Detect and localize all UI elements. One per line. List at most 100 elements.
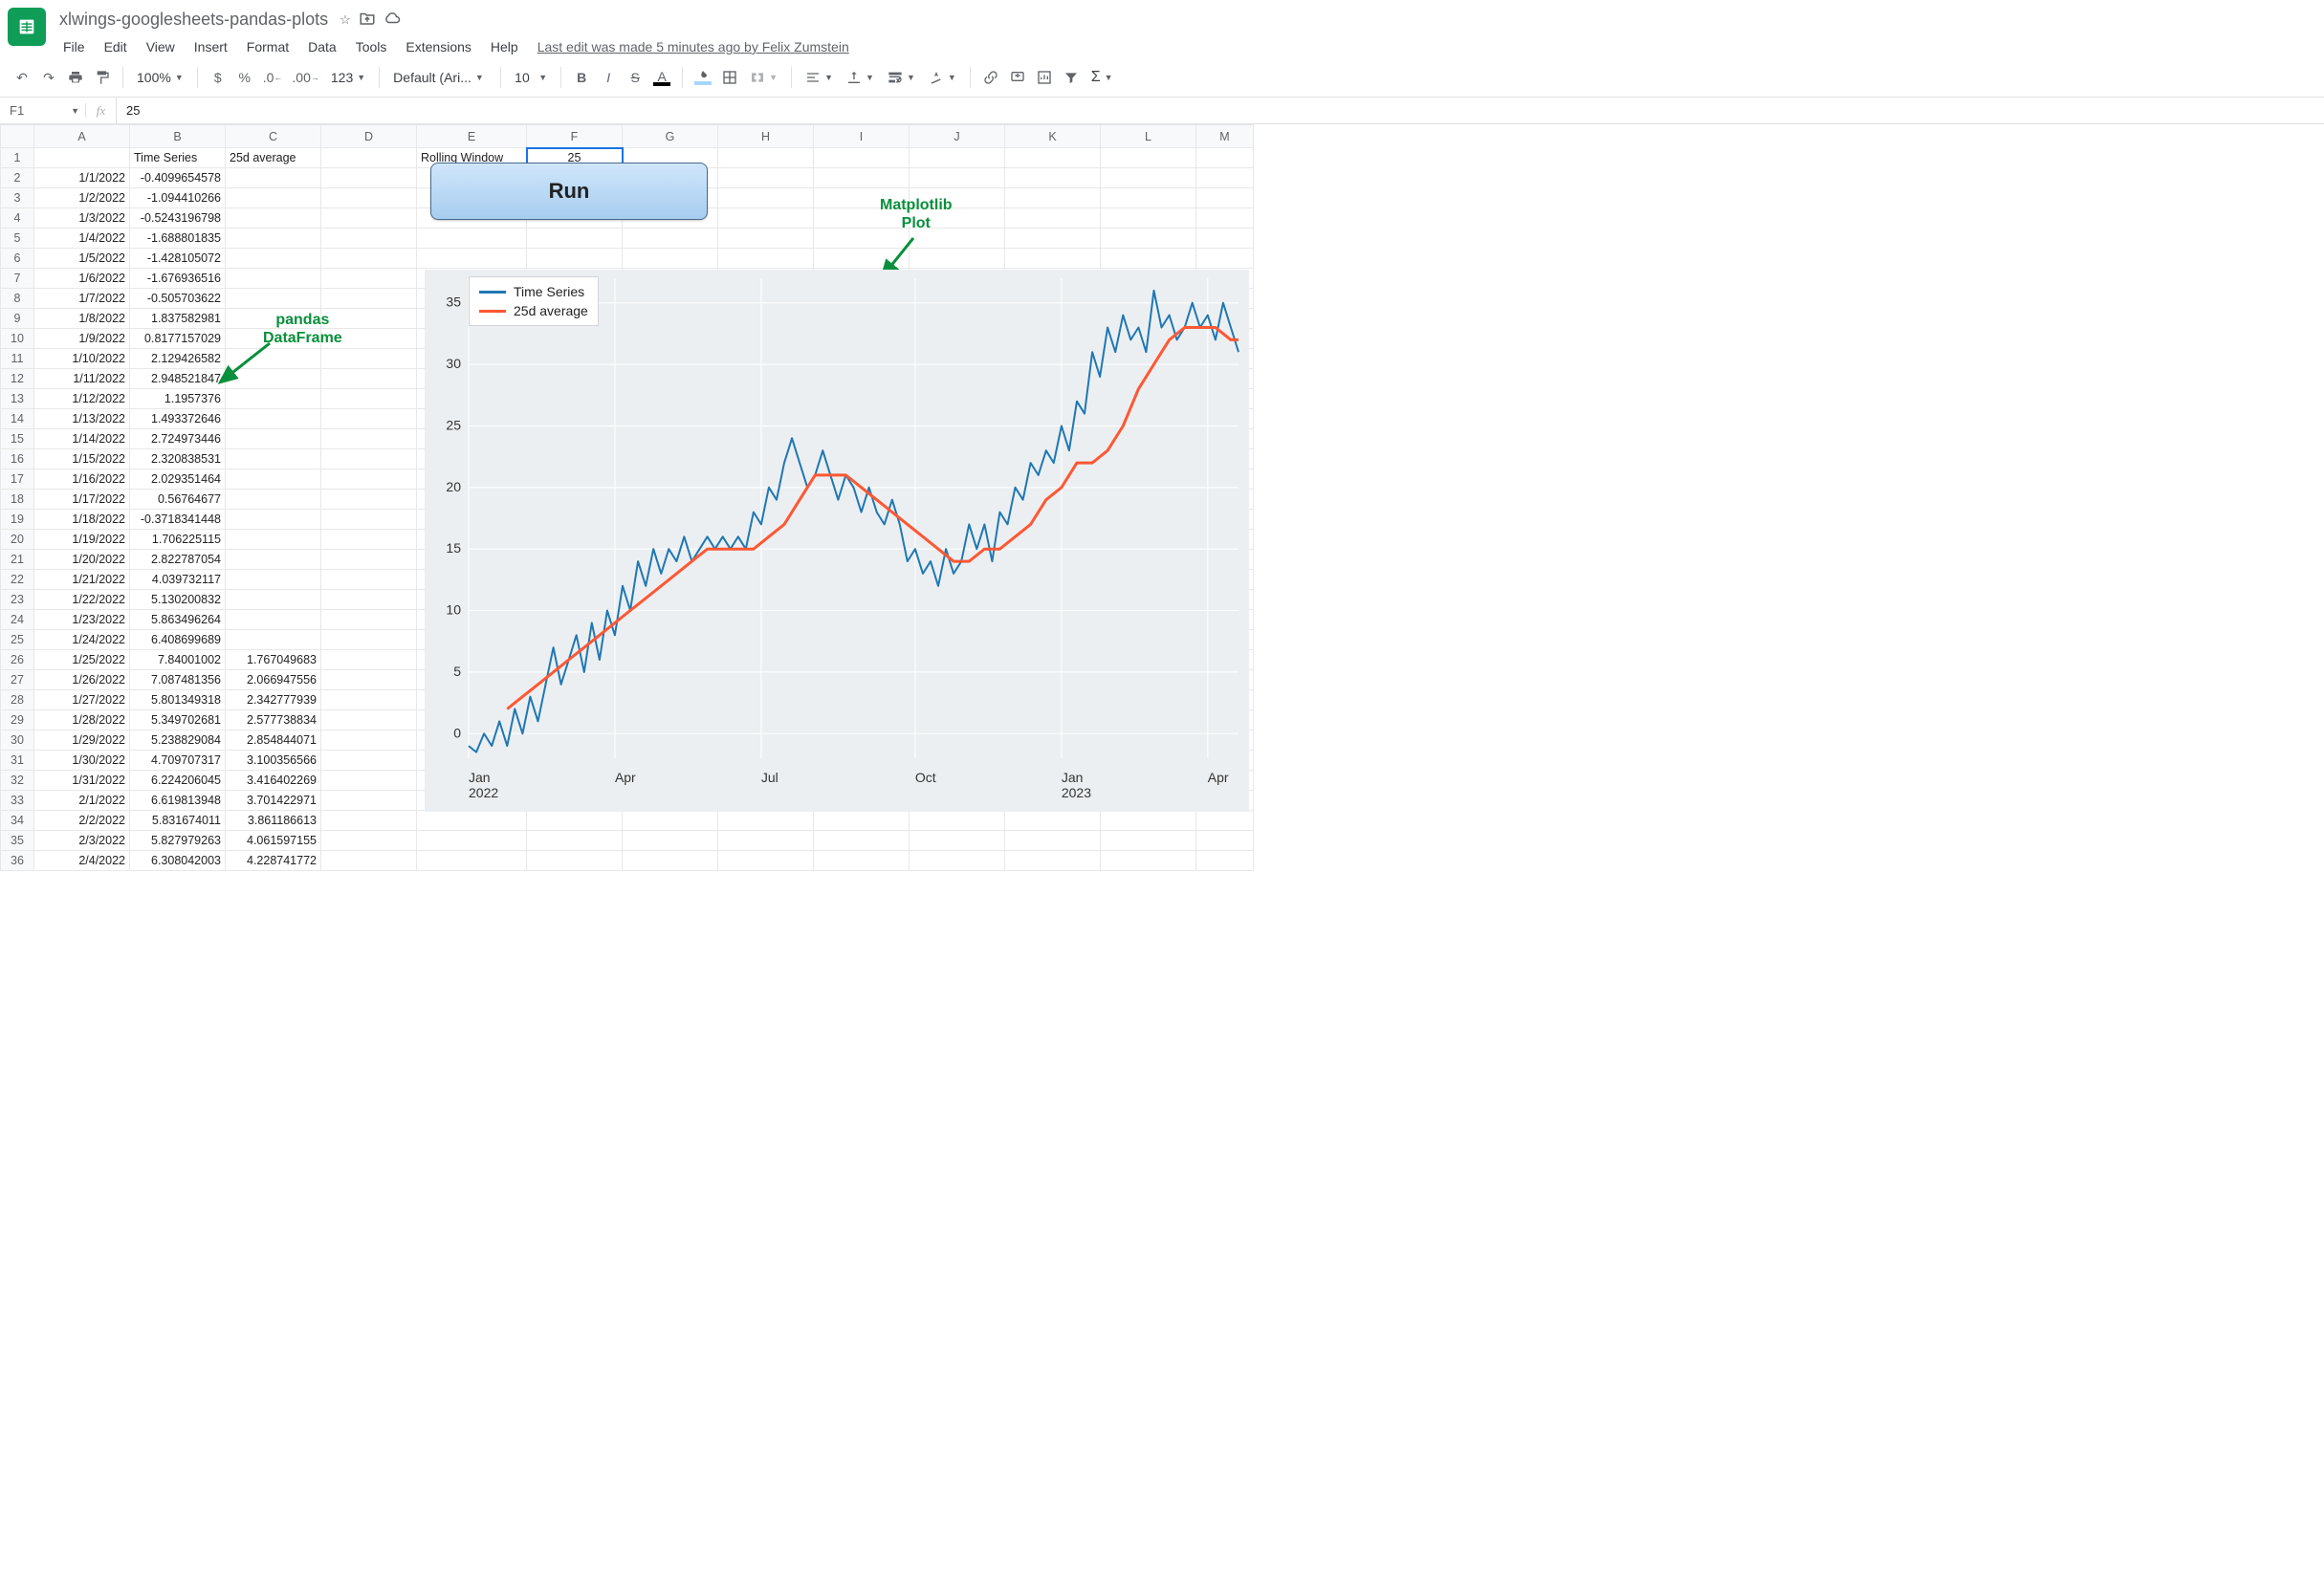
cell[interactable] xyxy=(1196,148,1254,168)
cell[interactable]: 6.408699689 xyxy=(130,630,226,650)
cell[interactable]: 1/10/2022 xyxy=(34,349,130,369)
cell[interactable] xyxy=(226,490,321,510)
menu-edit[interactable]: Edit xyxy=(97,35,135,58)
move-folder-icon[interactable] xyxy=(359,10,376,30)
cell[interactable] xyxy=(226,530,321,550)
row-header[interactable]: 23 xyxy=(1,590,34,610)
cell[interactable] xyxy=(623,229,718,249)
cell[interactable] xyxy=(321,550,417,570)
row-header[interactable]: 31 xyxy=(1,751,34,771)
cell[interactable] xyxy=(321,389,417,409)
cell[interactable] xyxy=(321,349,417,369)
cell[interactable]: 2.948521847 xyxy=(130,369,226,389)
row-header[interactable]: 24 xyxy=(1,610,34,630)
row-header[interactable]: 15 xyxy=(1,429,34,449)
cell[interactable] xyxy=(623,249,718,269)
cell[interactable] xyxy=(910,249,1005,269)
col-header[interactable]: J xyxy=(910,125,1005,148)
cell[interactable]: 1/30/2022 xyxy=(34,751,130,771)
run-button[interactable]: Run xyxy=(430,163,708,220)
cell[interactable]: 5.130200832 xyxy=(130,590,226,610)
last-edit-link[interactable]: Last edit was made 5 minutes ago by Feli… xyxy=(530,35,857,58)
cell[interactable] xyxy=(226,249,321,269)
bold-icon[interactable]: B xyxy=(569,64,594,91)
sheets-app-icon[interactable] xyxy=(8,8,46,46)
cell[interactable] xyxy=(910,148,1005,168)
cell[interactable]: 5.831674011 xyxy=(130,811,226,831)
cell[interactable] xyxy=(321,630,417,650)
cell[interactable] xyxy=(527,229,623,249)
cell[interactable] xyxy=(321,449,417,469)
halign-icon[interactable]: ▼ xyxy=(800,64,839,91)
cell[interactable]: 5.349702681 xyxy=(130,710,226,730)
text-color-icon[interactable]: A xyxy=(649,64,674,91)
more-formats-select[interactable]: 123▼ xyxy=(325,64,371,91)
cell[interactable] xyxy=(321,289,417,309)
cell[interactable]: -0.505703622 xyxy=(130,289,226,309)
cell[interactable] xyxy=(1196,851,1254,871)
cell[interactable]: 1/9/2022 xyxy=(34,329,130,349)
col-header[interactable]: H xyxy=(718,125,814,148)
cell[interactable] xyxy=(1101,148,1196,168)
cell[interactable] xyxy=(321,148,417,168)
row-header[interactable]: 30 xyxy=(1,730,34,751)
cell[interactable] xyxy=(910,811,1005,831)
row-header[interactable]: 10 xyxy=(1,329,34,349)
cell[interactable]: 4.061597155 xyxy=(226,831,321,851)
cell[interactable]: 1/14/2022 xyxy=(34,429,130,449)
filter-icon[interactable] xyxy=(1059,64,1084,91)
cell[interactable]: 2/2/2022 xyxy=(34,811,130,831)
cell[interactable]: 1/28/2022 xyxy=(34,710,130,730)
col-header[interactable]: L xyxy=(1101,125,1196,148)
cell[interactable] xyxy=(1101,831,1196,851)
cell[interactable]: 2.724973446 xyxy=(130,429,226,449)
text-wrap-icon[interactable]: ▼ xyxy=(882,64,921,91)
cell[interactable]: 1/7/2022 xyxy=(34,289,130,309)
cell[interactable]: 2.577738834 xyxy=(226,710,321,730)
cell[interactable] xyxy=(321,469,417,490)
cell[interactable]: 2.029351464 xyxy=(130,469,226,490)
row-header[interactable]: 7 xyxy=(1,269,34,289)
row-header[interactable]: 5 xyxy=(1,229,34,249)
cell[interactable] xyxy=(1196,831,1254,851)
cell[interactable]: 0.56764677 xyxy=(130,490,226,510)
cell[interactable] xyxy=(1005,851,1101,871)
formula-bar[interactable]: 25 xyxy=(117,103,2324,118)
cell[interactable]: 1/3/2022 xyxy=(34,208,130,229)
cell[interactable] xyxy=(321,610,417,630)
cell[interactable] xyxy=(226,550,321,570)
merge-cells-icon[interactable]: ▼ xyxy=(744,64,783,91)
cell[interactable] xyxy=(321,510,417,530)
table-row[interactable]: 362/4/20226.3080420034.228741772 xyxy=(1,851,1254,871)
row-header[interactable]: 25 xyxy=(1,630,34,650)
cell[interactable]: 2/3/2022 xyxy=(34,831,130,851)
zoom-select[interactable]: 100%▼ xyxy=(131,64,189,91)
row-header[interactable]: 14 xyxy=(1,409,34,429)
doc-title[interactable]: xlwings-googlesheets-pandas-plots xyxy=(55,8,332,32)
row-header[interactable]: 1 xyxy=(1,148,34,168)
cell[interactable] xyxy=(1005,168,1101,188)
cell[interactable] xyxy=(226,168,321,188)
row-header[interactable]: 33 xyxy=(1,791,34,811)
cell[interactable] xyxy=(910,168,1005,188)
cell[interactable] xyxy=(1101,851,1196,871)
cell[interactable] xyxy=(814,851,910,871)
row-header[interactable]: 19 xyxy=(1,510,34,530)
row-header[interactable]: 35 xyxy=(1,831,34,851)
increase-decimal-icon[interactable]: .00→ xyxy=(288,64,322,91)
cell[interactable] xyxy=(226,289,321,309)
print-icon[interactable] xyxy=(63,64,88,91)
cell[interactable] xyxy=(321,409,417,429)
cell[interactable]: 3.416402269 xyxy=(226,771,321,791)
cell[interactable] xyxy=(910,831,1005,851)
cell[interactable] xyxy=(910,851,1005,871)
row-header[interactable]: 3 xyxy=(1,188,34,208)
cell[interactable]: 1/25/2022 xyxy=(34,650,130,670)
font-select[interactable]: Default (Ari...▼ xyxy=(387,64,493,91)
table-row[interactable]: 342/2/20225.8316740113.861186613 xyxy=(1,811,1254,831)
italic-icon[interactable]: I xyxy=(596,64,621,91)
cell[interactable] xyxy=(226,510,321,530)
cell[interactable] xyxy=(321,188,417,208)
cell[interactable] xyxy=(1101,249,1196,269)
row-header[interactable]: 28 xyxy=(1,690,34,710)
